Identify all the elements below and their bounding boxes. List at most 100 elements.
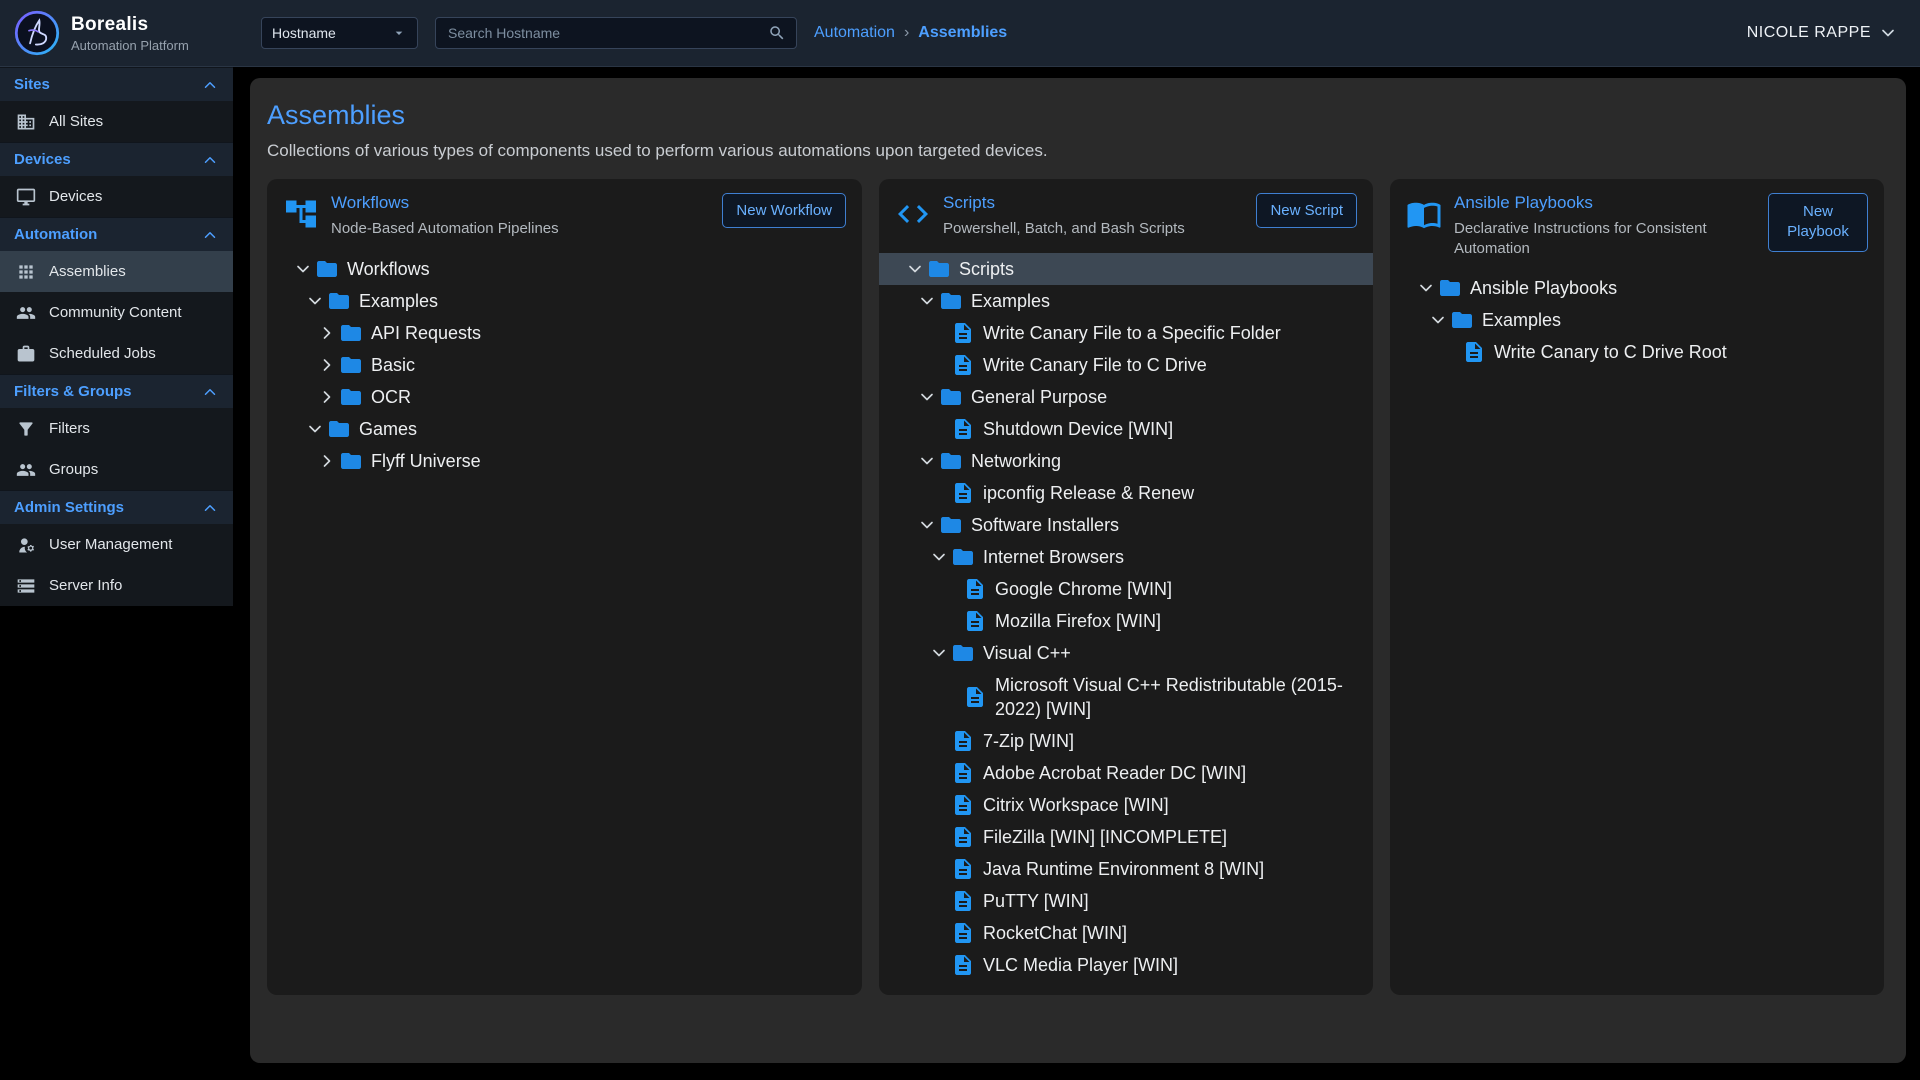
panel-subtitle: Declarative Instructions for Consistent … — [1454, 219, 1754, 258]
breadcrumb-assemblies[interactable]: Assemblies — [918, 24, 1007, 42]
tree-file-7-zip-win[interactable]: 7-Zip [WIN] — [895, 725, 1357, 757]
file-icon — [951, 953, 975, 977]
breadcrumb-automation[interactable]: Automation — [814, 24, 895, 42]
sidebar-item-label: Devices — [49, 188, 102, 205]
chevron-down-icon[interactable] — [915, 289, 939, 313]
folder-icon — [939, 385, 963, 409]
tree-file-mozilla-firefox-win[interactable]: Mozilla Firefox [WIN] — [895, 605, 1357, 637]
tree-folder-api-requests[interactable]: API Requests — [283, 317, 846, 349]
tree-item-label: Mozilla Firefox [WIN] — [995, 609, 1161, 633]
breadcrumb: Automation › Assemblies — [814, 24, 1007, 42]
caret-down-icon — [391, 25, 407, 41]
file-icon — [951, 729, 975, 753]
tree-folder-flyff-universe[interactable]: Flyff Universe — [283, 445, 846, 477]
tree-folder-scripts[interactable]: Scripts — [879, 253, 1373, 285]
sidebar-item-filters[interactable]: Filters — [0, 408, 233, 449]
tree-file-write-canary-file-to-c-drive[interactable]: Write Canary File to C Drive — [895, 349, 1357, 381]
sidebar-item-user-management[interactable]: User Management — [0, 524, 233, 565]
tree-folder-basic[interactable]: Basic — [283, 349, 846, 381]
sidebar-item-all-sites[interactable]: All Sites — [0, 101, 233, 142]
new-playbook-button[interactable]: New Playbook — [1768, 193, 1868, 252]
monitor-icon — [16, 187, 36, 207]
tree-folder-examples[interactable]: Examples — [1406, 304, 1868, 336]
new-workflow-button[interactable]: New Workflow — [722, 193, 846, 228]
tree-folder-software-installers[interactable]: Software Installers — [895, 509, 1357, 541]
sidebar-item-server-info[interactable]: Server Info — [0, 565, 233, 606]
tree-file-filezilla-win-incomplete[interactable]: FileZilla [WIN] [INCOMPLETE] — [895, 821, 1357, 853]
sidebar-item-groups[interactable]: Groups — [0, 449, 233, 490]
file-icon — [951, 793, 975, 817]
sidebar-section-filters-groups[interactable]: Filters & Groups — [0, 374, 233, 408]
hostname-dropdown[interactable]: Hostname — [261, 17, 418, 49]
tree-folder-visual-c[interactable]: Visual C++ — [895, 637, 1357, 669]
tree-file-citrix-workspace-win[interactable]: Citrix Workspace [WIN] — [895, 789, 1357, 821]
tree-file-shutdown-device-win[interactable]: Shutdown Device [WIN] — [895, 413, 1357, 445]
chevron-down-icon[interactable] — [915, 385, 939, 409]
tree-file-rocketchat-win[interactable]: RocketChat [WIN] — [895, 917, 1357, 949]
folder-icon — [327, 417, 351, 441]
tree-folder-examples[interactable]: Examples — [283, 285, 846, 317]
chevron-right-icon[interactable] — [315, 353, 339, 377]
file-icon — [963, 609, 987, 633]
scripts-tree: ScriptsExamplesWrite Canary File to a Sp… — [895, 253, 1357, 981]
new-script-button[interactable]: New Script — [1256, 193, 1357, 228]
tree-item-label: Software Installers — [971, 513, 1119, 537]
chevron-down-icon[interactable] — [291, 257, 315, 281]
chevron-down-icon[interactable] — [903, 257, 927, 281]
sidebar-section-devices[interactable]: Devices — [0, 142, 233, 176]
file-icon — [963, 685, 987, 709]
tree-folder-examples[interactable]: Examples — [895, 285, 1357, 317]
sidebar-item-assemblies[interactable]: Assemblies — [0, 251, 233, 292]
sidebar-item-label: Community Content — [49, 304, 182, 321]
tree-file-microsoft-visual-c-redistributable-2015-2022-win[interactable]: Microsoft Visual C++ Redistributable (20… — [895, 669, 1357, 725]
tree-file-ipconfig-release-renew[interactable]: ipconfig Release & Renew — [895, 477, 1357, 509]
tree-file-vlc-media-player-win[interactable]: VLC Media Player [WIN] — [895, 949, 1357, 981]
sidebar-item-devices[interactable]: Devices — [0, 176, 233, 217]
tree-folder-ocr[interactable]: OCR — [283, 381, 846, 413]
tree-folder-internet-browsers[interactable]: Internet Browsers — [895, 541, 1357, 573]
tree-item-label: Networking — [971, 449, 1061, 473]
tree-folder-ansible-playbooks[interactable]: Ansible Playbooks — [1406, 272, 1868, 304]
chevron-down-icon[interactable] — [915, 513, 939, 537]
tree-folder-general-purpose[interactable]: General Purpose — [895, 381, 1357, 413]
chevron-down-icon[interactable] — [1414, 276, 1438, 300]
chevron-down-icon[interactable] — [915, 449, 939, 473]
sidebar-item-scheduled-jobs[interactable]: Scheduled Jobs — [0, 333, 233, 374]
file-icon — [951, 353, 975, 377]
toggle-spacer — [927, 353, 951, 377]
tree-item-label: Examples — [971, 289, 1050, 313]
chevron-right-icon[interactable] — [315, 321, 339, 345]
sidebar-section-sites[interactable]: Sites — [0, 67, 233, 101]
chevron-down-icon[interactable] — [927, 545, 951, 569]
breadcrumb-separator: › — [904, 24, 909, 42]
chevron-right-icon[interactable] — [315, 449, 339, 473]
tree-folder-workflows[interactable]: Workflows — [283, 253, 846, 285]
chevron-down-icon[interactable] — [303, 417, 327, 441]
tree-file-java-runtime-environment-8-win[interactable]: Java Runtime Environment 8 [WIN] — [895, 853, 1357, 885]
tree-folder-games[interactable]: Games — [283, 413, 846, 445]
user-gear-icon — [16, 535, 36, 555]
tree-item-label: Write Canary File to a Specific Folder — [983, 321, 1281, 345]
tree-file-putty-win[interactable]: PuTTY [WIN] — [895, 885, 1357, 917]
toggle-spacer — [927, 953, 951, 977]
chevron-right-icon[interactable] — [315, 385, 339, 409]
user-menu[interactable]: NICOLE RAPPE — [1747, 23, 1898, 43]
tree-folder-networking[interactable]: Networking — [895, 445, 1357, 477]
tree-file-adobe-acrobat-reader-dc-win[interactable]: Adobe Acrobat Reader DC [WIN] — [895, 757, 1357, 789]
sidebar-section-admin-settings[interactable]: Admin Settings — [0, 490, 233, 524]
file-icon — [951, 857, 975, 881]
chevron-down-icon[interactable] — [927, 641, 951, 665]
borealis-logo-icon — [14, 10, 60, 56]
search-hostname-box — [435, 17, 797, 49]
chevron-down-icon[interactable] — [1426, 308, 1450, 332]
tree-file-google-chrome-win[interactable]: Google Chrome [WIN] — [895, 573, 1357, 605]
grid-icon — [16, 262, 36, 282]
toggle-spacer — [1438, 340, 1462, 364]
search-input[interactable] — [446, 24, 768, 42]
chevron-down-icon[interactable] — [303, 289, 327, 313]
tree-file-write-canary-file-to-a-specific-folder[interactable]: Write Canary File to a Specific Folder — [895, 317, 1357, 349]
folder-icon — [951, 641, 975, 665]
sidebar-item-community-content[interactable]: Community Content — [0, 292, 233, 333]
sidebar-section-automation[interactable]: Automation — [0, 217, 233, 251]
tree-file-write-canary-to-c-drive-root[interactable]: Write Canary to C Drive Root — [1406, 336, 1868, 368]
